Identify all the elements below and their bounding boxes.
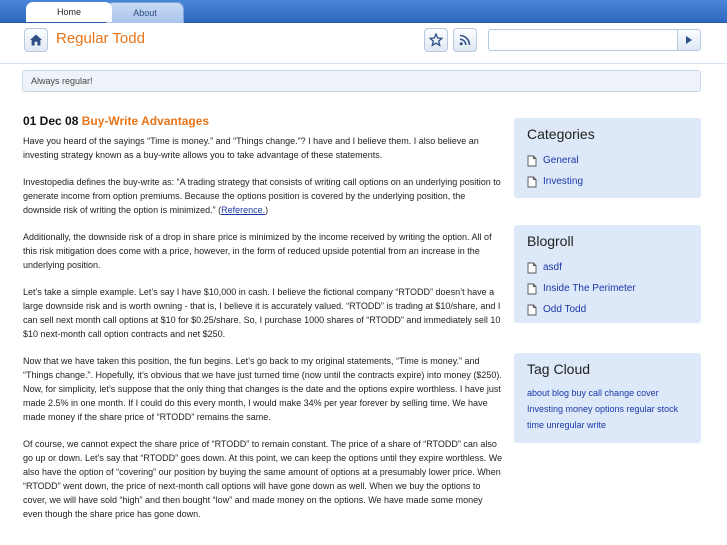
tagcloud-widget: Tag Cloud about blog buy call change cov… bbox=[514, 353, 701, 443]
page-icon bbox=[527, 304, 537, 315]
blogroll-item-inside-the-perimeter[interactable]: Inside The Perimeter bbox=[527, 278, 688, 299]
page-icon bbox=[527, 155, 537, 166]
search-submit-button[interactable] bbox=[678, 29, 701, 51]
blogroll-label[interactable]: asdf bbox=[543, 262, 562, 273]
header-divider bbox=[0, 63, 727, 64]
category-label[interactable]: General bbox=[543, 155, 579, 166]
tagline-text: Always regular! bbox=[31, 76, 93, 86]
post-title-link[interactable]: Buy-Write Advantages bbox=[82, 114, 209, 128]
home-icon bbox=[30, 34, 42, 46]
post-paragraph-5: Now that we have taken this position, th… bbox=[23, 356, 502, 422]
bookmark-button[interactable] bbox=[424, 28, 448, 52]
search-input[interactable] bbox=[488, 29, 678, 51]
reference-link[interactable]: Reference. bbox=[221, 205, 265, 215]
post-date: 01 Dec 08 bbox=[23, 114, 79, 128]
site-title[interactable]: Regular Todd bbox=[56, 30, 145, 47]
category-label[interactable]: Investing bbox=[543, 176, 583, 187]
blog-post: 01 Dec 08 Buy-Write Advantages Have you … bbox=[23, 114, 503, 534]
reference-close: ) bbox=[265, 205, 269, 215]
category-item-general[interactable]: General bbox=[527, 150, 688, 171]
post-heading: 01 Dec 08 Buy-Write Advantages bbox=[23, 114, 503, 129]
post-paragraph-6: Of course, we cannot expect the share pr… bbox=[23, 439, 503, 519]
tab-home[interactable]: Home bbox=[26, 2, 112, 22]
post-paragraph-1: Have you heard of the sayings “Time is m… bbox=[23, 136, 479, 160]
blogroll-label[interactable]: Inside The Perimeter bbox=[543, 283, 636, 294]
tagcloud-links[interactable]: about blog buy call change cover Investi… bbox=[527, 385, 688, 433]
top-tab-bar: About Home bbox=[0, 0, 727, 23]
play-icon bbox=[686, 36, 692, 44]
blogroll-widget: Blogroll asdf Inside The Perimeter Odd T… bbox=[514, 225, 701, 323]
category-item-investing[interactable]: Investing bbox=[527, 171, 688, 192]
blogroll-item-odd-todd[interactable]: Odd Todd bbox=[527, 299, 688, 320]
post-paragraph-3: Additionally, the downside risk of a dro… bbox=[23, 232, 492, 270]
tagcloud-title: Tag Cloud bbox=[527, 361, 591, 377]
rss-button[interactable] bbox=[453, 28, 477, 52]
page-icon bbox=[527, 176, 537, 187]
page-icon bbox=[527, 283, 537, 294]
star-icon bbox=[429, 33, 443, 47]
header-bar: Regular Todd bbox=[22, 28, 702, 54]
home-button[interactable] bbox=[24, 28, 48, 52]
post-paragraph-4: Let’s take a simple example. Let’s say I… bbox=[23, 287, 501, 339]
tagline-box: Always regular! bbox=[22, 70, 701, 92]
categories-title: Categories bbox=[527, 126, 595, 142]
blogroll-title: Blogroll bbox=[527, 233, 574, 249]
blogroll-label[interactable]: Odd Todd bbox=[543, 304, 586, 315]
page-icon bbox=[527, 262, 537, 273]
categories-widget: Categories General Investing bbox=[514, 118, 701, 198]
tab-about[interactable]: About bbox=[106, 2, 184, 23]
rss-icon bbox=[459, 34, 471, 46]
blogroll-item-asdf[interactable]: asdf bbox=[527, 257, 688, 278]
post-paragraph-2: Investopedia defines the buy-write as: “… bbox=[23, 175, 503, 217]
